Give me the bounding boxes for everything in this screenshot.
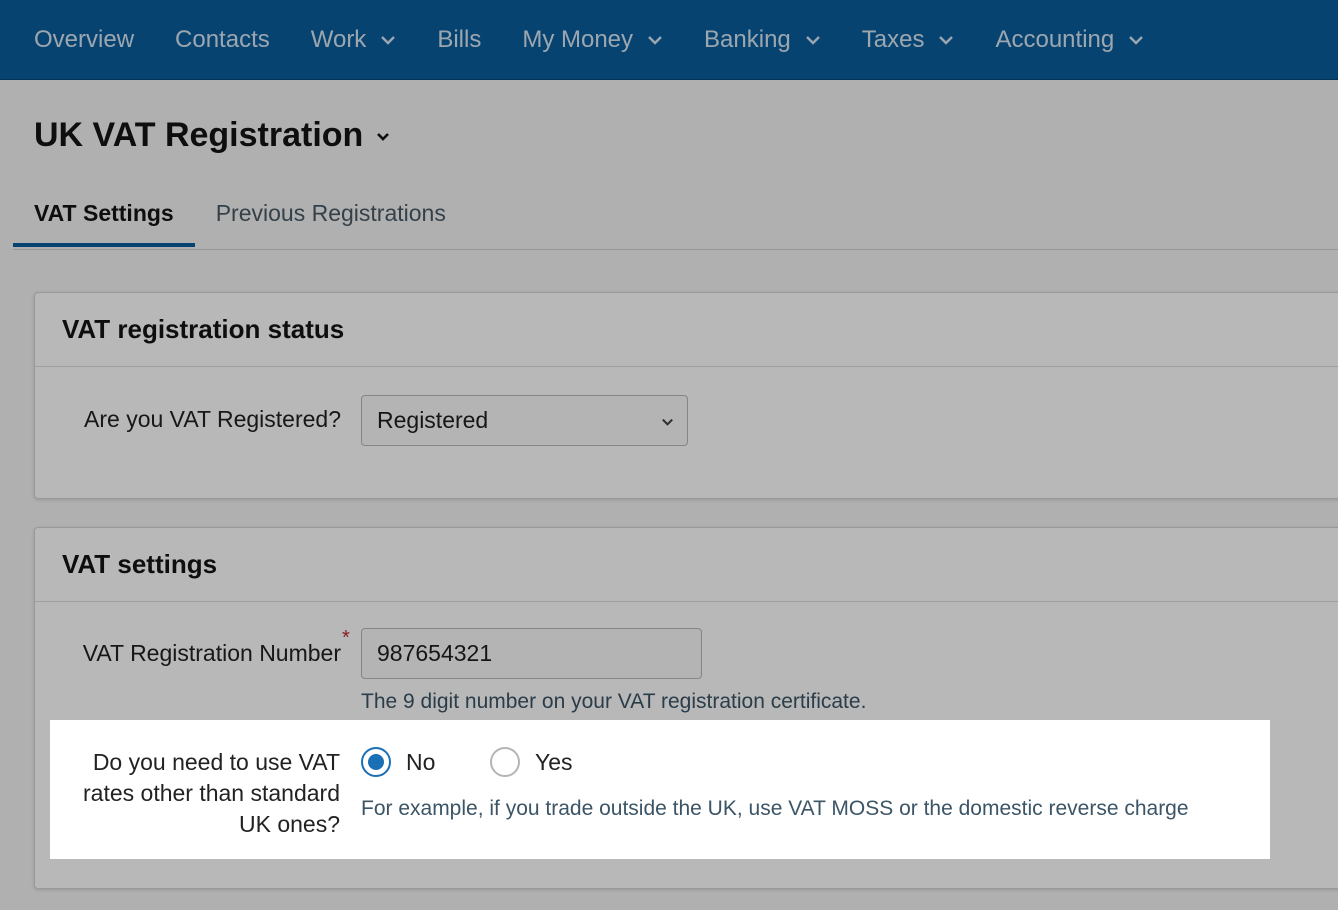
label-line: UK ones? <box>238 811 340 837</box>
chevron-down-icon <box>662 418 673 426</box>
nav-item-label: My Money <box>522 25 634 53</box>
radio-label: No <box>406 748 436 775</box>
nav-item-label: Accounting <box>995 25 1115 53</box>
tab-bar: VAT Settings Previous Registrations <box>13 190 467 247</box>
select-value: Registered <box>377 407 489 433</box>
page-title[interactable]: UK VAT Registration <box>34 116 391 155</box>
nav-item-banking[interactable]: Banking <box>704 26 821 54</box>
label-line: rates other than standard <box>83 780 340 806</box>
vat-number-label: VAT Registration Number <box>82 640 341 666</box>
card-heading: VAT settings <box>35 528 1338 602</box>
nav-item-accounting[interactable]: Accounting <box>995 26 1144 54</box>
top-nav: Overview Contacts Work Bills My Money Ba… <box>0 0 1338 80</box>
nav-item-work[interactable]: Work <box>311 26 397 54</box>
tab-vat-settings[interactable]: VAT Settings <box>13 190 195 247</box>
vat-rates-question: Do you need to use VAT rates other than … <box>50 720 1270 859</box>
vat-registered-select[interactable]: Registered <box>361 395 688 446</box>
chevron-down-icon <box>377 132 390 141</box>
nav-item-label: Work <box>310 25 367 53</box>
vat-registration-status-card: VAT registration status Are you VAT Regi… <box>34 292 1338 499</box>
radio-button[interactable] <box>490 747 520 777</box>
nav-item-contacts[interactable]: Contacts <box>175 26 270 54</box>
vat-registered-label: Are you VAT Registered? <box>84 406 341 432</box>
nav-item-overview[interactable]: Overview <box>34 26 134 54</box>
nav-item-taxes[interactable]: Taxes <box>862 26 955 54</box>
nav-item-my-money[interactable]: My Money <box>522 26 663 54</box>
radio-no[interactable]: No <box>361 747 435 777</box>
label-line: Do you need to use VAT <box>92 749 340 775</box>
nav-item-label: Overview <box>34 25 135 53</box>
nav-item-bills[interactable]: Bills <box>437 26 481 54</box>
vat-rates-help: For example, if you trade outside the UK… <box>361 797 1189 820</box>
tabs-divider <box>13 249 1338 250</box>
radio-dot <box>368 754 384 770</box>
page-title-text: UK VAT Registration <box>34 116 364 154</box>
chevron-down-icon <box>648 35 662 45</box>
vat-rates-label: Do you need to use VAT rates other than … <box>50 747 340 840</box>
chevron-down-icon <box>805 35 820 45</box>
nav-item-label: Bills <box>437 25 482 53</box>
tab-previous-registrations[interactable]: Previous Registrations <box>195 190 467 247</box>
chevron-down-icon <box>381 35 396 45</box>
nav-item-label: Taxes <box>861 25 925 53</box>
radio-label: Yes <box>535 748 573 775</box>
nav-item-label: Contacts <box>175 25 270 53</box>
tab-label: Previous Registrations <box>215 200 446 226</box>
field-value: 987654321 <box>377 640 493 666</box>
radio-yes[interactable]: Yes <box>490 747 573 777</box>
radio-button[interactable] <box>361 747 391 777</box>
card-heading: VAT registration status <box>35 293 1338 367</box>
nav-item-label: Banking <box>704 25 791 53</box>
vat-number-field[interactable]: 987654321 <box>361 628 702 679</box>
chevron-down-icon <box>1129 35 1144 45</box>
tab-label: VAT Settings <box>34 200 174 226</box>
chevron-down-icon <box>939 35 954 45</box>
required-marker: * <box>342 627 350 649</box>
vat-number-help: The 9 digit number on your VAT registrat… <box>361 690 867 713</box>
